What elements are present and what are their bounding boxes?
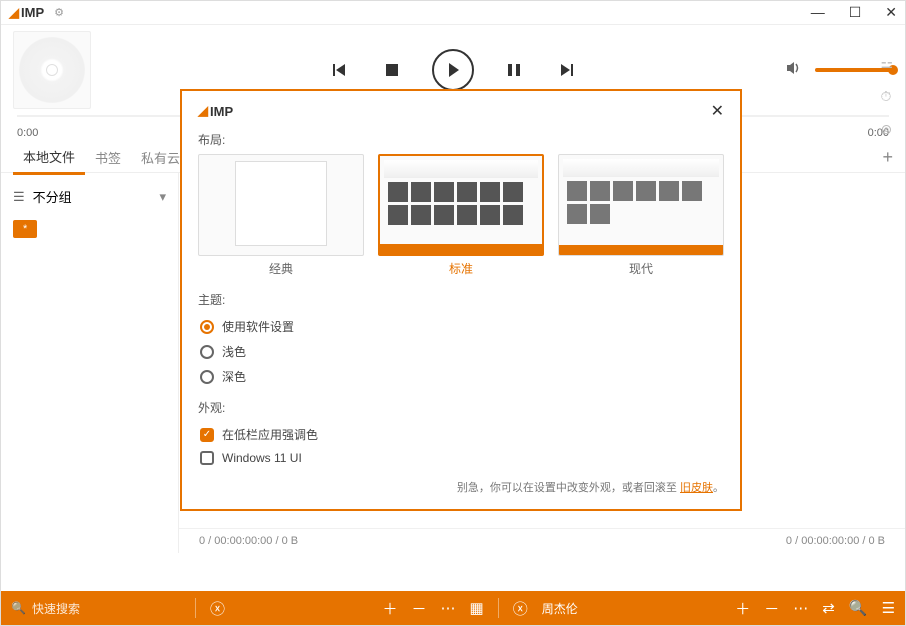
layout-options: 经典 标准 现代 (198, 154, 724, 281)
search-placeholder: 快速搜索 (32, 600, 80, 617)
layout-caption: 经典 (265, 256, 297, 281)
layout-label: 布局: (198, 131, 724, 148)
theme-label: 主题: (198, 291, 724, 308)
tab-local[interactable]: 本地文件 (13, 141, 85, 175)
layout-preview (378, 154, 544, 256)
chevron-down-icon: ▾ (159, 189, 166, 205)
stop-button[interactable] (380, 58, 404, 82)
side-tools: ⚍ ⏱ ⊚ (880, 55, 893, 138)
playback-controls (328, 49, 578, 91)
group-selector[interactable]: ☰ 不分组 ▾ (9, 181, 170, 212)
menu-icon[interactable]: ☰ (882, 599, 895, 617)
prev-button[interactable] (328, 58, 352, 82)
window-controls: — ☐ ✕ (811, 4, 897, 21)
tag-clear-icon[interactable]: ⓧ (513, 598, 528, 619)
footer-text: 别急，你可以在设置中改变外观，或者回滚至 (457, 482, 680, 494)
broadcast-icon[interactable]: ⊚ (880, 121, 893, 138)
clock-icon[interactable]: ⏱ (880, 88, 893, 105)
radio-icon (200, 345, 214, 359)
layout-preview (198, 154, 364, 256)
appearance-label: 外观: (198, 399, 724, 416)
footer-link[interactable]: 旧皮肤 (680, 482, 713, 494)
logo-icon: ◢ (9, 5, 19, 21)
next-button[interactable] (554, 58, 578, 82)
titlebar: ◢ IMP ⚙ — ☐ ✕ (1, 1, 905, 25)
separator (498, 598, 499, 618)
layout-caption: 标准 (445, 256, 477, 281)
clear-icon[interactable]: ⓧ (210, 598, 225, 619)
status-row: 0 / 00:00:00:00 / 0 B 0 / 00:00:00:00 / … (179, 528, 905, 553)
add-icon[interactable]: ＋ (383, 598, 398, 619)
theme-software[interactable]: 使用软件设置 (198, 314, 724, 339)
theme-dark[interactable]: 深色 (198, 364, 724, 389)
search-icon: 🔍 (11, 601, 26, 615)
play-button[interactable] (432, 49, 474, 91)
theme-option-label: 深色 (222, 368, 246, 385)
more-icon[interactable]: ⋯ (441, 599, 456, 617)
bottombar: 🔍 快速搜索 ⓧ ＋ － ⋯ ▦ ⓧ 周杰伦 ＋ － ⋯ ⇄ 🔍 ☰ (1, 591, 905, 625)
gear-icon[interactable]: ⚙ (54, 6, 64, 19)
group-label: 不分组 (33, 187, 72, 206)
dialog-footer: 别急，你可以在设置中改变外观，或者回滚至 旧皮肤。 (198, 479, 724, 495)
layout-standard[interactable]: 标准 (378, 154, 544, 281)
theme-light[interactable]: 浅色 (198, 339, 724, 364)
dialog-app-name: IMP (210, 104, 233, 119)
layout-preview (558, 154, 724, 256)
appearance-dialog: ◢ IMP ✕ 布局: 经典 标准 现代 主题: 使用软件设置 浅色 深色 外观… (180, 89, 742, 511)
volume-icon[interactable] (785, 59, 803, 82)
time-current: 0:00 (17, 127, 38, 139)
minimize-button[interactable]: — (811, 4, 825, 21)
checkbox-icon: ✓ (200, 428, 214, 442)
check-win11[interactable]: Windows 11 UI (198, 447, 724, 469)
app-name: IMP (21, 5, 44, 20)
app-logo: ◢ IMP (9, 5, 44, 21)
volume-controls (785, 59, 893, 82)
add-icon-2[interactable]: ＋ (735, 598, 750, 619)
theme-option-label: 使用软件设置 (222, 318, 294, 335)
pause-button[interactable] (502, 58, 526, 82)
more-icon-2[interactable]: ⋯ (793, 599, 808, 617)
dialog-close-button[interactable]: ✕ (711, 101, 724, 121)
maximize-button[interactable]: ☐ (849, 4, 862, 21)
remove-icon-2[interactable]: － (764, 598, 779, 619)
checkbox-icon (200, 451, 214, 465)
layout-caption: 现代 (625, 256, 657, 281)
radio-icon (200, 370, 214, 384)
status-left: 0 / 00:00:00:00 / 0 B (199, 535, 298, 547)
dialog-logo: ◢ IMP (198, 103, 233, 119)
tab-bookmarks[interactable]: 书签 (85, 142, 131, 173)
add-tab-button[interactable]: + (882, 147, 893, 168)
check-label: Windows 11 UI (222, 451, 302, 465)
remove-icon[interactable]: － (412, 598, 427, 619)
status-right: 0 / 00:00:00:00 / 0 B (786, 535, 885, 547)
dialog-header: ◢ IMP ✕ (198, 101, 724, 121)
album-art[interactable] (13, 31, 91, 109)
theme-option-label: 浅色 (222, 343, 246, 360)
list-icon: ☰ (13, 189, 25, 205)
check-label: 在低栏应用强调色 (222, 426, 318, 443)
grid-icon[interactable]: ▦ (470, 599, 484, 617)
logo-icon: ◢ (198, 103, 208, 119)
equalizer-icon[interactable]: ⚍ (880, 55, 893, 72)
layout-classic[interactable]: 经典 (198, 154, 364, 281)
layout-modern[interactable]: 现代 (558, 154, 724, 281)
current-tag[interactable]: 周杰伦 (542, 600, 578, 617)
separator (195, 598, 196, 618)
check-accent[interactable]: ✓ 在低栏应用强调色 (198, 422, 724, 447)
filter-badge[interactable]: * (13, 220, 37, 238)
shuffle-icon[interactable]: ⇄ (822, 599, 835, 617)
close-button[interactable]: ✕ (885, 4, 897, 21)
search-box[interactable]: 🔍 快速搜索 (11, 600, 181, 617)
sidebar: ☰ 不分组 ▾ * (1, 173, 179, 553)
search-icon-2[interactable]: 🔍 (849, 599, 868, 617)
radio-icon (200, 320, 214, 334)
